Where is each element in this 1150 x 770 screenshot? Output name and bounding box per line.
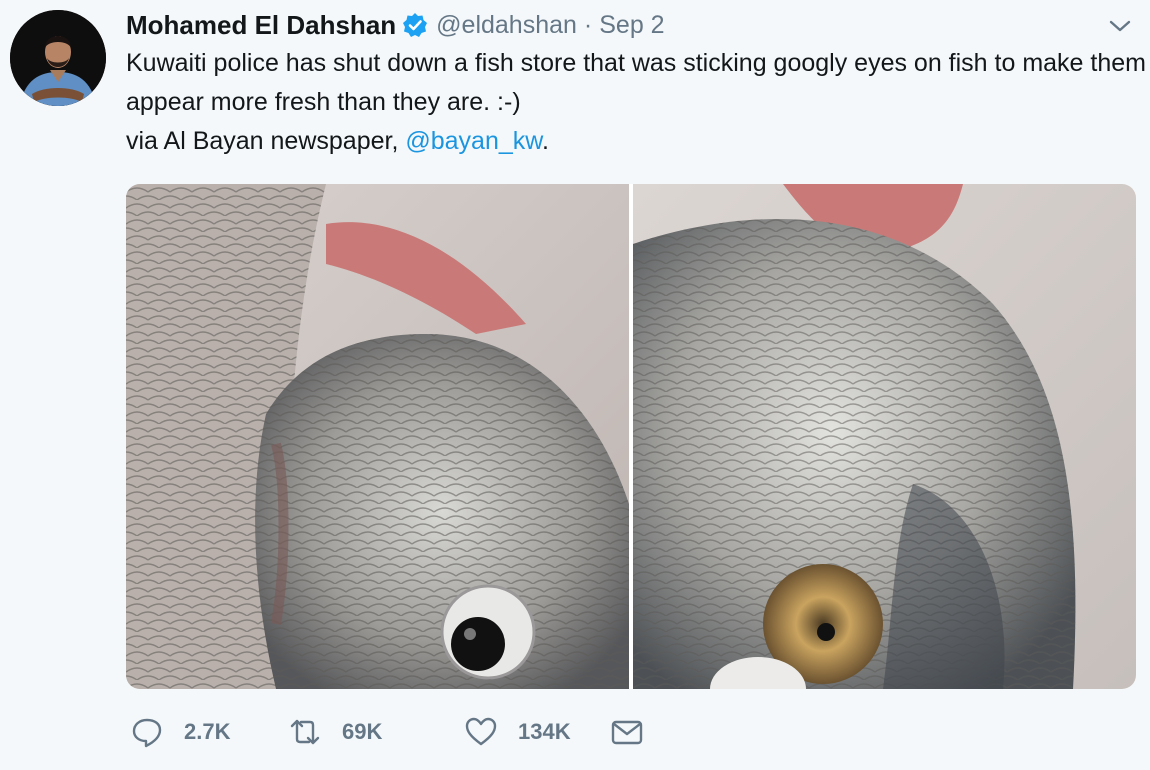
tweet-date[interactable]: Sep 2 [599, 11, 664, 40]
verified-badge-icon [402, 12, 428, 38]
reply-button[interactable]: 2.7K [130, 715, 288, 749]
tweet-text-line1: Kuwaiti police has shut down a fish stor… [126, 49, 1146, 116]
reply-count: 2.7K [184, 719, 231, 744]
media-photo-right[interactable] [633, 184, 1136, 689]
tweet-text: Kuwaiti police has shut down a fish stor… [126, 44, 1146, 161]
tweet-text-line2: via Al Bayan newspaper, @bayan_kw. [126, 122, 1146, 161]
mention-link[interactable]: @bayan_kw [405, 127, 542, 155]
envelope-icon [611, 720, 643, 745]
author-name[interactable]: Mohamed El Dahshan [126, 10, 396, 41]
chevron-down-icon[interactable] [1108, 14, 1132, 38]
author-avatar[interactable] [10, 10, 106, 106]
media-grid [126, 184, 1136, 689]
heart-icon [465, 717, 497, 746]
retweet-count: 69K [342, 719, 383, 744]
like-button[interactable]: 134K [464, 715, 610, 749]
author-handle[interactable]: @eldahshan [436, 11, 577, 40]
tweet-header: Mohamed El Dahshan @eldahshan · Sep 2 [126, 8, 1090, 42]
tweet-text-suffix: . [541, 127, 549, 155]
retweet-icon [290, 719, 320, 745]
media-photo-left[interactable] [126, 184, 629, 689]
retweet-button[interactable]: 69K [288, 715, 464, 749]
like-count: 134K [518, 719, 571, 744]
reply-bubble-icon [132, 718, 162, 748]
direct-message-button[interactable] [610, 715, 644, 749]
tweet-actions: 2.7K 69K 134K [130, 712, 644, 752]
separator-dot: · [583, 10, 593, 39]
tweet-text-prefix: via Al Bayan newspaper, [126, 127, 406, 155]
